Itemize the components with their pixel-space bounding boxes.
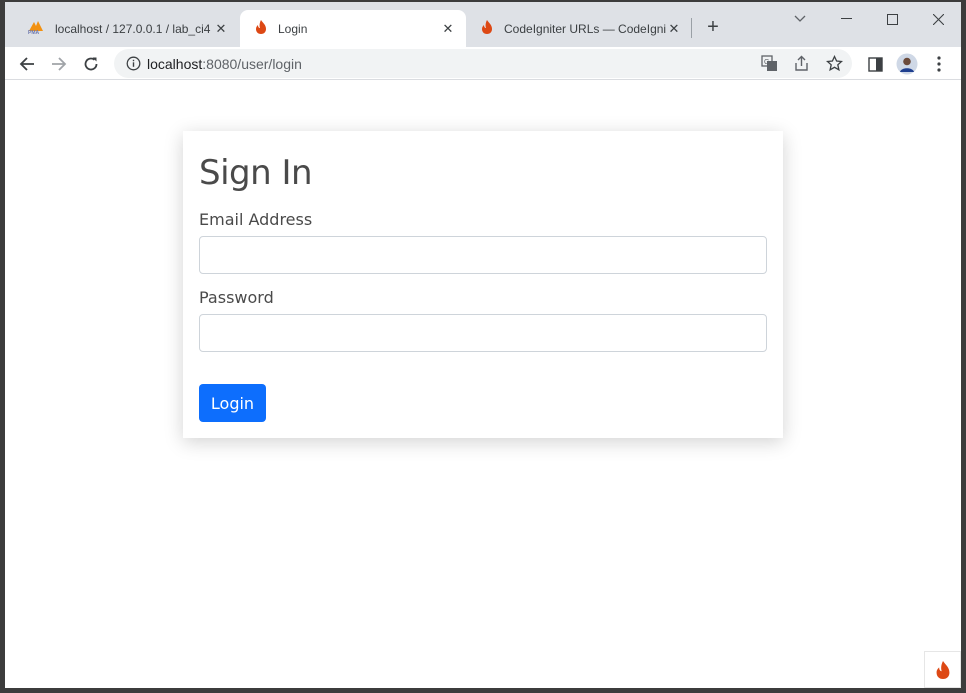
minimize-button[interactable] [823,6,869,32]
browser-menu-button[interactable] [926,51,952,77]
bookmark-star-icon[interactable] [825,54,844,77]
svg-text:PMA: PMA [28,30,40,35]
tab-strip: PMA localhost / 127.0.0.1 / lab_ci4 / ✕ … [5,2,961,47]
back-arrow-icon [19,57,34,71]
login-button[interactable]: Login [199,384,266,422]
close-tab-icon[interactable]: ✕ [666,21,682,37]
address-bar[interactable]: localhost:8080/user/login G [114,49,852,78]
url-host: localhost [147,56,203,72]
tab-codeigniter-urls[interactable]: CodeIgniter URLs — CodeIgnit ✕ [466,10,692,47]
url-text: localhost:8080/user/login [147,56,302,72]
profile-avatar[interactable] [894,51,920,77]
codeigniter-flame-icon [936,660,949,679]
minimize-icon [840,18,852,19]
tab-search-button[interactable] [777,6,823,32]
codeigniter-flame-icon [254,19,268,38]
tab-title: Login [278,21,308,36]
forward-button[interactable] [46,51,72,77]
tab-title: CodeIgniter URLs — CodeIgnit [504,21,666,36]
chevron-down-icon [794,15,806,22]
page-content: Sign In Email Address Password Login [5,81,961,688]
side-panel-icon [867,56,883,72]
tab-login[interactable]: Login ✕ [240,10,466,47]
close-icon [932,13,944,25]
codeigniter-flame-icon [480,19,494,38]
avatar-icon [896,53,918,75]
url-path: :8080/user/login [202,56,302,72]
browser-toolbar: localhost:8080/user/login G [5,47,961,80]
new-tab-button[interactable]: + [702,16,724,38]
maximize-icon [886,13,898,25]
translate-icon[interactable]: G [761,55,778,77]
close-tab-icon[interactable]: ✕ [213,21,229,37]
kebab-menu-icon [937,56,941,72]
svg-text:G: G [764,59,769,66]
password-field[interactable] [199,314,767,352]
page-title: Sign In [199,153,313,193]
site-info-icon[interactable] [126,56,141,76]
tab-separator [691,18,692,38]
password-label: Password [199,288,274,307]
reload-button[interactable] [78,51,104,77]
close-window-button[interactable] [915,6,961,32]
back-button[interactable] [14,51,40,77]
forward-arrow-icon [52,57,67,71]
side-panel-button[interactable] [862,51,888,77]
browser-window: PMA localhost / 127.0.0.1 / lab_ci4 / ✕ … [5,2,961,688]
phpmyadmin-icon: PMA [27,19,45,38]
tab-title: localhost / 127.0.0.1 / lab_ci4 / [55,21,213,36]
reload-icon [84,57,98,71]
share-icon[interactable] [793,55,810,77]
email-label: Email Address [199,210,313,229]
tab-phpmyadmin[interactable]: PMA localhost / 127.0.0.1 / lab_ci4 / ✕ [13,10,239,47]
email-field[interactable] [199,236,767,274]
close-tab-icon[interactable]: ✕ [440,21,456,37]
login-card: Sign In Email Address Password Login [183,131,783,438]
maximize-button[interactable] [869,6,915,32]
debug-toolbar-button[interactable] [924,651,961,688]
